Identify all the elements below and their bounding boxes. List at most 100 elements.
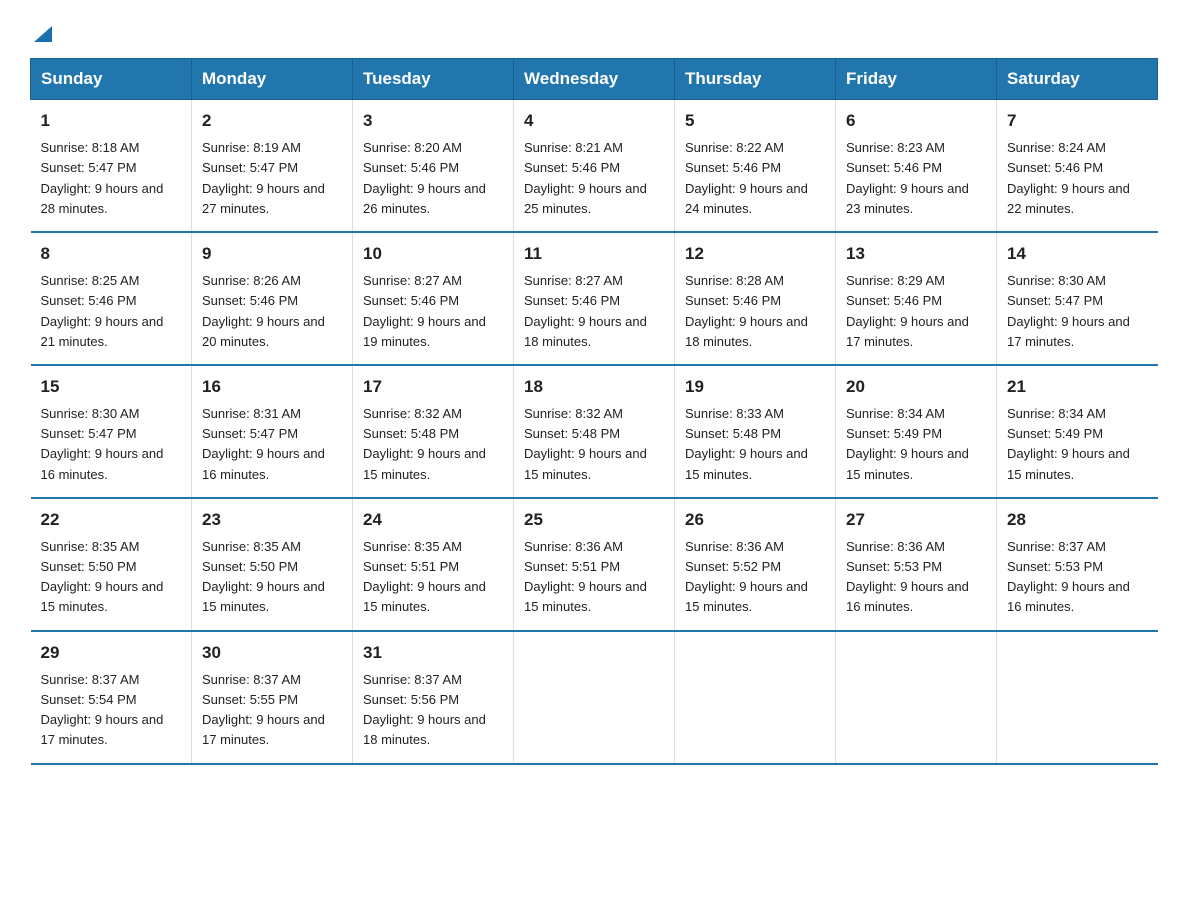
calendar-day-cell: 24Sunrise: 8:35 AMSunset: 5:51 PMDayligh… bbox=[353, 498, 514, 631]
day-info: Sunrise: 8:27 AMSunset: 5:46 PMDaylight:… bbox=[524, 271, 664, 352]
day-info: Sunrise: 8:33 AMSunset: 5:48 PMDaylight:… bbox=[685, 404, 825, 485]
day-info: Sunrise: 8:37 AMSunset: 5:55 PMDaylight:… bbox=[202, 670, 342, 751]
day-of-week-header: Thursday bbox=[675, 59, 836, 100]
day-info: Sunrise: 8:19 AMSunset: 5:47 PMDaylight:… bbox=[202, 138, 342, 219]
day-number: 2 bbox=[202, 108, 342, 134]
calendar-day-cell bbox=[997, 631, 1158, 764]
day-number: 7 bbox=[1007, 108, 1148, 134]
calendar-day-cell bbox=[836, 631, 997, 764]
day-number: 1 bbox=[41, 108, 182, 134]
day-info: Sunrise: 8:31 AMSunset: 5:47 PMDaylight:… bbox=[202, 404, 342, 485]
calendar-day-cell: 31 Sunrise: 8:37 AMSunset: 5:56 PMDayligh… bbox=[353, 631, 514, 764]
day-info: Sunrise: 8:36 AMSunset: 5:51 PMDaylight:… bbox=[524, 537, 664, 618]
day-of-week-header: Friday bbox=[836, 59, 997, 100]
day-number: 3 bbox=[363, 108, 503, 134]
day-info: Sunrise: 8:35 AMSunset: 5:50 PMDaylight:… bbox=[202, 537, 342, 618]
calendar-day-cell: 13Sunrise: 8:29 AMSunset: 5:46 PMDayligh… bbox=[836, 232, 997, 365]
day-info: Sunrise: 8:23 AMSunset: 5:46 PMDaylight:… bbox=[846, 138, 986, 219]
day-info: Sunrise: 8:22 AMSunset: 5:46 PMDaylight:… bbox=[685, 138, 825, 219]
day-info: Sunrise: 8:36 AMSunset: 5:52 PMDaylight:… bbox=[685, 537, 825, 618]
day-of-week-header: Saturday bbox=[997, 59, 1158, 100]
calendar-day-cell: 9 Sunrise: 8:26 AMSunset: 5:46 PMDaylight… bbox=[192, 232, 353, 365]
day-number: 21 bbox=[1007, 374, 1148, 400]
day-number: 24 bbox=[363, 507, 503, 533]
page-header bbox=[30, 20, 1158, 40]
day-number: 15 bbox=[41, 374, 182, 400]
day-info: Sunrise: 8:24 AMSunset: 5:46 PMDaylight:… bbox=[1007, 138, 1148, 219]
calendar-week-row: 15 Sunrise: 8:30 AMSunset: 5:47 PMDayligh… bbox=[31, 365, 1158, 498]
day-info: Sunrise: 8:37 AMSunset: 5:56 PMDaylight:… bbox=[363, 670, 503, 751]
day-info: Sunrise: 8:27 AMSunset: 5:46 PMDaylight:… bbox=[363, 271, 503, 352]
calendar-day-cell bbox=[675, 631, 836, 764]
day-info: Sunrise: 8:30 AMSunset: 5:47 PMDaylight:… bbox=[1007, 271, 1148, 352]
day-info: Sunrise: 8:32 AMSunset: 5:48 PMDaylight:… bbox=[524, 404, 664, 485]
day-info: Sunrise: 8:34 AMSunset: 5:49 PMDaylight:… bbox=[1007, 404, 1148, 485]
day-number: 18 bbox=[524, 374, 664, 400]
days-of-week-row: SundayMondayTuesdayWednesdayThursdayFrid… bbox=[31, 59, 1158, 100]
day-info: Sunrise: 8:26 AMSunset: 5:46 PMDaylight:… bbox=[202, 271, 342, 352]
day-number: 19 bbox=[685, 374, 825, 400]
calendar-day-cell: 2 Sunrise: 8:19 AMSunset: 5:47 PMDaylight… bbox=[192, 100, 353, 232]
calendar-body: 1 Sunrise: 8:18 AMSunset: 5:47 PMDaylight… bbox=[31, 100, 1158, 764]
day-info: Sunrise: 8:25 AMSunset: 5:46 PMDaylight:… bbox=[41, 271, 182, 352]
day-info: Sunrise: 8:28 AMSunset: 5:46 PMDaylight:… bbox=[685, 271, 825, 352]
calendar-week-row: 1 Sunrise: 8:18 AMSunset: 5:47 PMDaylight… bbox=[31, 100, 1158, 232]
logo-triangle-icon bbox=[32, 22, 54, 44]
calendar-day-cell: 22Sunrise: 8:35 AMSunset: 5:50 PMDayligh… bbox=[31, 498, 192, 631]
day-info: Sunrise: 8:35 AMSunset: 5:50 PMDaylight:… bbox=[41, 537, 182, 618]
calendar-day-cell: 3Sunrise: 8:20 AMSunset: 5:46 PMDaylight… bbox=[353, 100, 514, 232]
calendar-day-cell: 15 Sunrise: 8:30 AMSunset: 5:47 PMDayligh… bbox=[31, 365, 192, 498]
calendar-day-cell: 5 Sunrise: 8:22 AMSunset: 5:46 PMDaylight… bbox=[675, 100, 836, 232]
calendar-week-row: 8 Sunrise: 8:25 AMSunset: 5:46 PMDaylight… bbox=[31, 232, 1158, 365]
day-info: Sunrise: 8:37 AMSunset: 5:54 PMDaylight:… bbox=[41, 670, 182, 751]
calendar-day-cell: 14 Sunrise: 8:30 AMSunset: 5:47 PMDayligh… bbox=[997, 232, 1158, 365]
calendar-week-row: 22Sunrise: 8:35 AMSunset: 5:50 PMDayligh… bbox=[31, 498, 1158, 631]
calendar-day-cell: 6 Sunrise: 8:23 AMSunset: 5:46 PMDaylight… bbox=[836, 100, 997, 232]
logo bbox=[30, 20, 54, 40]
calendar-day-cell: 23 Sunrise: 8:35 AMSunset: 5:50 PMDayligh… bbox=[192, 498, 353, 631]
day-number: 12 bbox=[685, 241, 825, 267]
day-number: 17 bbox=[363, 374, 503, 400]
day-of-week-header: Wednesday bbox=[514, 59, 675, 100]
calendar-day-cell: 11Sunrise: 8:27 AMSunset: 5:46 PMDayligh… bbox=[514, 232, 675, 365]
calendar-day-cell: 17 Sunrise: 8:32 AMSunset: 5:48 PMDayligh… bbox=[353, 365, 514, 498]
calendar-day-cell: 26 Sunrise: 8:36 AMSunset: 5:52 PMDayligh… bbox=[675, 498, 836, 631]
calendar-day-cell: 4Sunrise: 8:21 AMSunset: 5:46 PMDaylight… bbox=[514, 100, 675, 232]
day-number: 9 bbox=[202, 241, 342, 267]
day-info: Sunrise: 8:30 AMSunset: 5:47 PMDaylight:… bbox=[41, 404, 182, 485]
calendar-day-cell: 20 Sunrise: 8:34 AMSunset: 5:49 PMDayligh… bbox=[836, 365, 997, 498]
day-info: Sunrise: 8:36 AMSunset: 5:53 PMDaylight:… bbox=[846, 537, 986, 618]
day-info: Sunrise: 8:18 AMSunset: 5:47 PMDaylight:… bbox=[41, 138, 182, 219]
day-number: 29 bbox=[41, 640, 182, 666]
calendar-day-cell: 7 Sunrise: 8:24 AMSunset: 5:46 PMDaylight… bbox=[997, 100, 1158, 232]
calendar-day-cell: 19 Sunrise: 8:33 AMSunset: 5:48 PMDayligh… bbox=[675, 365, 836, 498]
day-number: 20 bbox=[846, 374, 986, 400]
calendar-week-row: 29 Sunrise: 8:37 AMSunset: 5:54 PMDayligh… bbox=[31, 631, 1158, 764]
day-number: 4 bbox=[524, 108, 664, 134]
calendar-day-cell: 16 Sunrise: 8:31 AMSunset: 5:47 PMDayligh… bbox=[192, 365, 353, 498]
calendar-table: SundayMondayTuesdayWednesdayThursdayFrid… bbox=[30, 58, 1158, 765]
day-number: 16 bbox=[202, 374, 342, 400]
day-number: 30 bbox=[202, 640, 342, 666]
day-number: 23 bbox=[202, 507, 342, 533]
calendar-day-cell: 29 Sunrise: 8:37 AMSunset: 5:54 PMDayligh… bbox=[31, 631, 192, 764]
calendar-day-cell: 18 Sunrise: 8:32 AMSunset: 5:48 PMDayligh… bbox=[514, 365, 675, 498]
calendar-day-cell: 1 Sunrise: 8:18 AMSunset: 5:47 PMDaylight… bbox=[31, 100, 192, 232]
day-info: Sunrise: 8:32 AMSunset: 5:48 PMDaylight:… bbox=[363, 404, 503, 485]
day-number: 13 bbox=[846, 241, 986, 267]
day-number: 14 bbox=[1007, 241, 1148, 267]
day-info: Sunrise: 8:37 AMSunset: 5:53 PMDaylight:… bbox=[1007, 537, 1148, 618]
day-number: 31 bbox=[363, 640, 503, 666]
day-info: Sunrise: 8:34 AMSunset: 5:49 PMDaylight:… bbox=[846, 404, 986, 485]
calendar-header: SundayMondayTuesdayWednesdayThursdayFrid… bbox=[31, 59, 1158, 100]
day-number: 5 bbox=[685, 108, 825, 134]
day-of-week-header: Tuesday bbox=[353, 59, 514, 100]
day-of-week-header: Sunday bbox=[31, 59, 192, 100]
day-number: 26 bbox=[685, 507, 825, 533]
day-number: 8 bbox=[41, 241, 182, 267]
day-number: 6 bbox=[846, 108, 986, 134]
calendar-day-cell: 27Sunrise: 8:36 AMSunset: 5:53 PMDayligh… bbox=[836, 498, 997, 631]
day-number: 10 bbox=[363, 241, 503, 267]
calendar-day-cell bbox=[514, 631, 675, 764]
day-number: 28 bbox=[1007, 507, 1148, 533]
